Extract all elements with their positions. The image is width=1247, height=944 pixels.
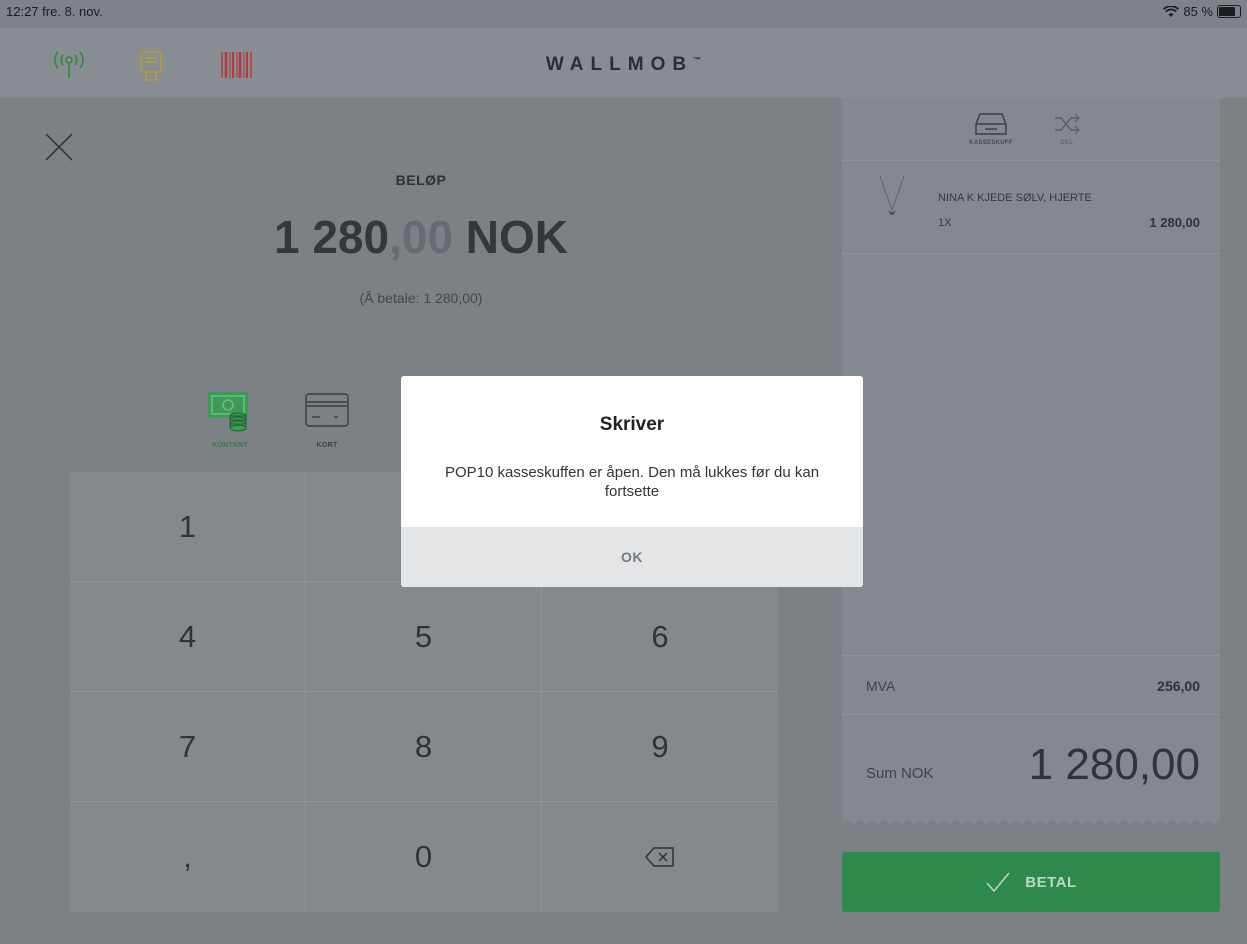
key-8[interactable]: 8 — [306, 692, 542, 802]
pay-button[interactable]: BETAL — [842, 852, 1220, 912]
cash-drawer-icon — [975, 113, 1007, 135]
cart-panel: KASSESKUFF DEL NINA K KJEDE SØLV, HJERTE… — [842, 98, 1220, 820]
key-6[interactable]: 6 — [542, 582, 778, 692]
amount-label: BELØP — [395, 172, 447, 188]
status-right: 85 % — [1163, 4, 1241, 19]
status-bar: 12:27 fre. 8. nov. 85 % — [0, 0, 1247, 28]
divider — [842, 655, 1220, 656]
cart-item-name: NINA K KJEDE SØLV, HJERTE — [938, 192, 1092, 204]
key-backspace[interactable] — [542, 802, 778, 912]
cash-drawer-label: KASSESKUFF — [969, 140, 1013, 146]
method-card[interactable]: KORT — [304, 390, 350, 449]
close-icon[interactable] — [42, 130, 76, 164]
brand-logo: WALLMOB™ — [545, 54, 702, 75]
key-9[interactable]: 9 — [542, 692, 778, 802]
battery-percent: 85 % — [1183, 4, 1213, 19]
top-nav: WALLMOB™ — [0, 28, 1247, 98]
card-icon — [305, 393, 349, 427]
method-cash[interactable]: KONTANT — [206, 390, 254, 449]
split-label: DEL — [1060, 140, 1074, 146]
mva-value: 256,00 — [1157, 678, 1200, 694]
pay-button-label: BETAL — [1025, 873, 1077, 891]
cash-drawer-button[interactable]: KASSESKUFF — [966, 110, 1016, 146]
printer-alert-dialog: Skriver POP10 kasseskuffen er åpen. Den … — [401, 376, 863, 587]
backspace-icon — [645, 847, 674, 867]
divider — [842, 160, 1220, 161]
dialog-title: Skriver — [599, 414, 665, 435]
amount-display: 1 280,00 NOK — [273, 211, 569, 263]
receipt-edge — [842, 816, 1220, 824]
split-button[interactable]: DEL — [1052, 110, 1082, 146]
key-5[interactable]: 5 — [306, 582, 542, 692]
key-0[interactable]: 0 — [306, 802, 542, 912]
method-cash-label: KONTANT — [212, 442, 248, 449]
amount-to-pay: (Å betale: 1 280,00) — [359, 290, 483, 306]
dialog-ok-button[interactable]: OK — [401, 527, 863, 587]
key-7[interactable]: 7 — [70, 692, 306, 802]
wifi-icon — [1163, 5, 1180, 17]
necklace-icon — [879, 175, 905, 215]
cart-item-qty: 1X — [938, 217, 952, 229]
method-card-label: KORT — [316, 442, 338, 449]
divider — [842, 714, 1220, 715]
checkmark-icon — [986, 872, 1010, 893]
cash-icon — [208, 392, 248, 432]
key-comma[interactable]: , — [70, 802, 306, 912]
key-4[interactable]: 4 — [70, 582, 306, 692]
cart-item-price: 1 280,00 — [1149, 215, 1200, 230]
status-time: 12:27 fre. 8. nov. — [6, 4, 103, 19]
key-1[interactable]: 1 — [70, 472, 306, 582]
battery-icon — [1217, 5, 1241, 18]
sum-label: Sum NOK — [866, 765, 934, 782]
divider — [842, 253, 1220, 254]
shuffle-icon — [1055, 113, 1080, 135]
mva-label: MVA — [866, 678, 896, 694]
sum-value: 1 280,00 — [1028, 740, 1200, 789]
dialog-message: POP10 kasseskuffen er åpen. Den må lukke… — [444, 464, 820, 500]
